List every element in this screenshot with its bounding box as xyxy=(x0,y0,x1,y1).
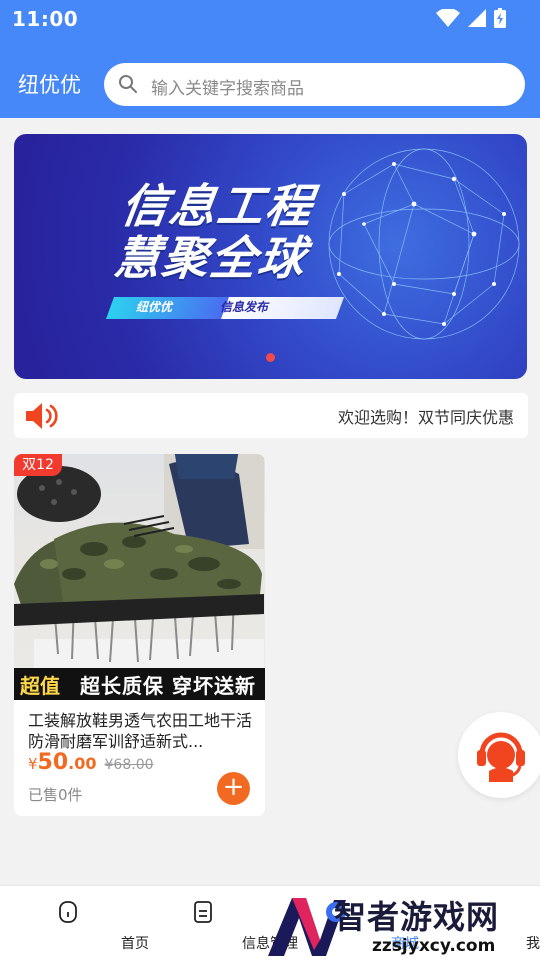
status-time: 11:00 xyxy=(12,7,79,31)
headset-agent-icon xyxy=(477,732,525,782)
search-icon xyxy=(119,75,137,93)
banner-headline-line2: 慧聚全球 xyxy=(110,231,311,285)
banner-carousel[interactable]: 信息工程 慧聚全球 纽优优 信息发布 xyxy=(14,134,527,379)
product-title[interactable]: 工装解放鞋男透气农田工地干活防滑耐磨军训舒适新式... xyxy=(28,710,253,752)
plus-icon: + xyxy=(222,772,245,802)
price-row: ¥ 50 .00 ¥68.00 xyxy=(28,750,154,775)
status-icons xyxy=(436,8,506,28)
product-card[interactable]: 双12 超值 超长质保 穿坏送新 工装解放鞋男透气农田工地干活防滑耐磨军训舒适新… xyxy=(14,454,265,816)
search-input[interactable]: 输入关键字搜索商品 xyxy=(104,63,525,106)
banner-headline-line1: 信息工程 xyxy=(117,179,318,233)
banner-headline: 信息工程 慧聚全球 xyxy=(110,179,318,285)
home-icon xyxy=(58,901,77,923)
battery-icon xyxy=(494,8,506,28)
content-bottom-spacer xyxy=(0,833,540,885)
add-to-cart-button[interactable]: + xyxy=(217,772,250,805)
watermark-logo: 智者游戏网 zzsjyxcy.com xyxy=(262,890,540,960)
app-header: 纽优优 输入关键字搜索商品 xyxy=(0,40,540,118)
original-price: ¥68.00 xyxy=(104,757,154,773)
notice-text: 欢迎选购！双节同庆优惠 xyxy=(338,408,515,427)
carousel-indicator-dot[interactable] xyxy=(266,353,275,362)
banner-tag-info: 信息发布 xyxy=(220,300,269,314)
customer-service-button[interactable] xyxy=(458,712,540,798)
shoe-illustration xyxy=(14,454,264,668)
watermark-title: 智者游戏网 xyxy=(334,898,500,936)
signal-icon xyxy=(468,9,486,27)
globe-network-graphic xyxy=(328,148,520,340)
price-decimal: .00 xyxy=(68,754,97,773)
app-title: 纽优优 xyxy=(18,73,81,97)
price-currency: ¥ xyxy=(28,755,38,773)
speaker-icon xyxy=(26,403,58,429)
price-integer: 50 xyxy=(37,750,69,775)
notice-bar[interactable]: 欢迎选购！双节同庆优惠 xyxy=(14,393,528,438)
search-placeholder: 输入关键字搜索商品 xyxy=(151,79,304,99)
status-bar: 11:00 xyxy=(0,0,540,40)
promo-label-value: 超值 xyxy=(14,669,66,699)
document-icon xyxy=(193,901,212,923)
promo-badge: 双12 xyxy=(14,454,62,476)
banner-tag-brand: 纽优优 xyxy=(136,300,173,314)
promo-strip: 超值 超长质保 穿坏送新 xyxy=(14,668,265,700)
tab-info-management[interactable]: 信息管理 xyxy=(135,886,298,960)
tab-home[interactable]: 首页 xyxy=(0,886,149,960)
promo-label-warranty: 超长质保 穿坏送新 xyxy=(80,673,256,698)
product-image[interactable]: 双12 超值 超长质保 穿坏送新 xyxy=(14,454,265,700)
sold-count: 已售0件 xyxy=(28,786,83,804)
wifi-icon xyxy=(436,9,460,27)
watermark-url: zzsjyxcy.com xyxy=(372,936,496,956)
